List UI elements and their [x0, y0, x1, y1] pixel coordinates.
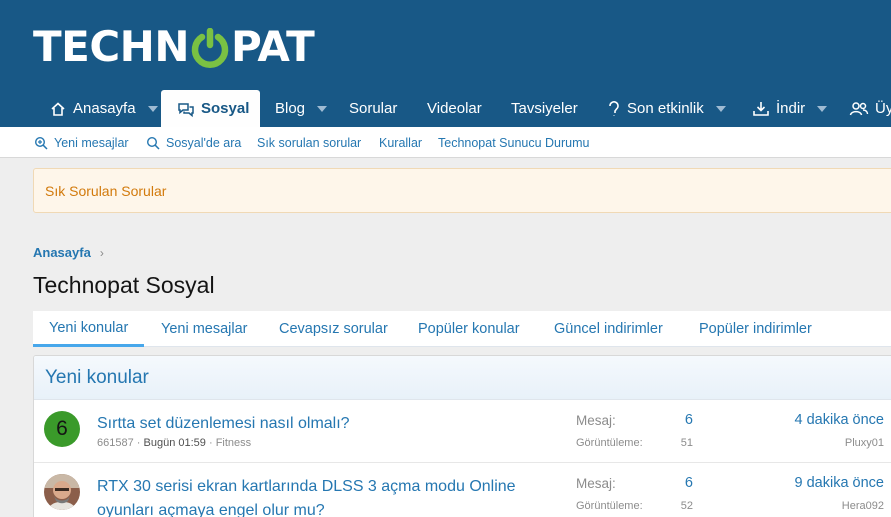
tab-new-threads[interactable]: Yeni konular	[33, 311, 145, 347]
tab-label: Popüler konular	[418, 321, 520, 337]
replies-count: 6	[684, 412, 693, 428]
power-logo-icon	[191, 28, 229, 68]
avatar[interactable]: 6	[44, 411, 80, 447]
zoom-icon	[34, 136, 48, 150]
subnav-rules[interactable]: Kurallar	[379, 127, 422, 158]
tab-label: Güncel indirimler	[554, 321, 663, 337]
main-nav: Anasayfa Sosyal Blog Sorular Videolar Ta…	[0, 90, 891, 127]
thread-meta: 661587 · Bugün 01:59 · Fitness	[97, 437, 251, 449]
technopat-logo[interactable]: TECHN PAT	[33, 22, 315, 71]
nav-item-sorular[interactable]: Sorular	[349, 90, 397, 127]
chevron-down-icon[interactable]	[317, 105, 328, 112]
nav-item-sosyal[interactable]: Sosyal	[161, 90, 260, 127]
chevron-down-icon[interactable]	[817, 105, 828, 112]
replies-label: Mesaj:	[576, 476, 616, 491]
search-icon	[146, 136, 160, 150]
tab-popular-threads[interactable]: Popüler konular	[402, 311, 536, 347]
replies-label: Mesaj:	[576, 413, 616, 428]
nav-label: Anasayfa	[73, 100, 136, 117]
subnav-label: Sık sorulan sorular	[257, 135, 362, 150]
thread-author[interactable]: 661587	[97, 437, 134, 449]
tab-unanswered[interactable]: Cevapsız sorular	[263, 311, 404, 347]
nav-label: Tavsiyeler	[511, 100, 578, 117]
page-title: Technopat Sosyal	[33, 272, 215, 298]
last-post-time[interactable]: 9 dakika önce	[795, 475, 884, 491]
bulb-icon	[609, 100, 619, 116]
chevron-right-icon: ›	[99, 245, 104, 260]
thread-title-link[interactable]: Sırtta set düzenlemesi nasıl olmalı?	[97, 412, 567, 436]
thread-forum[interactable]: Fitness	[216, 437, 251, 449]
tab-label: Yeni mesajlar	[161, 321, 248, 337]
replies-count: 6	[684, 475, 693, 491]
views-count: 51	[680, 437, 693, 449]
nav-label: Videolar	[427, 100, 482, 117]
avatar-photo-icon	[44, 474, 80, 510]
sub-nav: Yeni mesajlar Sosyal'de ara Sık sorulan …	[0, 127, 891, 158]
subnav-label: Sosyal'de ara	[166, 135, 242, 150]
tab-label: Popüler indirimler	[699, 321, 812, 337]
users-icon	[849, 101, 869, 115]
subnav-faq[interactable]: Sık sorulan sorular	[257, 127, 361, 158]
new-threads-block: Yeni konular 6 Sırtta set düzenlemesi na…	[33, 355, 891, 517]
meta-separator: ·	[208, 437, 213, 449]
last-post-user[interactable]: Hera092	[842, 500, 884, 512]
thread-row[interactable]: RTX 30 serisi ekran kartlarında DLSS 3 a…	[34, 463, 891, 517]
nav-item-indir[interactable]: İndir	[752, 90, 828, 127]
views-label: Görüntüleme:	[576, 437, 643, 449]
thread-row[interactable]: 6 Sırtta set düzenlemesi nasıl olmalı? 6…	[34, 400, 891, 463]
chevron-down-icon[interactable]	[715, 105, 726, 112]
nav-item-son-etkinlik[interactable]: Son etkinlik	[607, 90, 726, 127]
meta-separator: ·	[136, 437, 141, 449]
nav-item-blog[interactable]: Blog	[275, 90, 328, 127]
tab-bar: Yeni konular Yeni mesajlar Cevapsız soru…	[33, 311, 891, 347]
home-icon	[51, 101, 65, 116]
site-header: TECHN PAT Anasayfa Sosyal Blog Sorular V…	[0, 0, 891, 127]
logo-text-1: TECHN	[33, 22, 189, 71]
download-icon	[753, 101, 769, 116]
faq-notice[interactable]: Sık Sorulan Sorular	[33, 168, 891, 213]
avatar[interactable]	[44, 474, 80, 510]
tab-label: Yeni konular	[49, 319, 129, 336]
logo-text-2: PAT	[230, 22, 315, 71]
subnav-new-posts[interactable]: Yeni mesajlar	[34, 127, 129, 158]
nav-item-tavsiyeler[interactable]: Tavsiyeler	[511, 90, 578, 127]
last-post-user[interactable]: Pluxy01	[845, 437, 884, 449]
views-label: Görüntüleme:	[576, 500, 643, 512]
block-header[interactable]: Yeni konular	[34, 356, 891, 400]
nav-label: Sorular	[349, 100, 398, 117]
thread-title-link[interactable]: RTX 30 serisi ekran kartlarında DLSS 3 a…	[97, 475, 567, 517]
chat-icon	[178, 102, 194, 117]
avatar-letter: 6	[56, 417, 68, 440]
tab-popular-deals[interactable]: Popüler indirimler	[683, 311, 828, 347]
nav-label: Üy	[875, 100, 891, 117]
nav-label: İndir	[776, 100, 806, 117]
breadcrumb-home-link[interactable]: Anasayfa	[33, 245, 91, 260]
nav-item-anasayfa[interactable]: Anasayfa	[49, 90, 158, 127]
nav-item-uyeler[interactable]: Üy	[849, 90, 891, 127]
thread-date[interactable]: Bugün 01:59	[144, 437, 206, 449]
subnav-search[interactable]: Sosyal'de ara	[146, 127, 241, 158]
block-title: Yeni konular	[45, 366, 149, 388]
nav-label: Sosyal	[201, 100, 250, 117]
tab-label: Cevapsız sorular	[279, 321, 388, 337]
last-post-time[interactable]: 4 dakika önce	[795, 412, 884, 428]
subnav-server-status[interactable]: Technopat Sunucu Durumu	[438, 127, 589, 158]
nav-item-videolar[interactable]: Videolar	[427, 90, 482, 127]
views-count: 52	[680, 500, 693, 512]
breadcrumb: Anasayfa ›	[33, 245, 104, 260]
tab-new-posts[interactable]: Yeni mesajlar	[145, 311, 264, 347]
nav-label: Son etkinlik	[627, 100, 704, 117]
subnav-label: Technopat Sunucu Durumu	[438, 135, 590, 150]
subnav-label: Kurallar	[379, 135, 423, 150]
chevron-down-icon[interactable]	[147, 105, 158, 112]
subnav-label: Yeni mesajlar	[54, 135, 129, 150]
notice-text: Sık Sorulan Sorular	[45, 182, 167, 199]
nav-label: Blog	[275, 100, 306, 117]
tab-current-deals[interactable]: Güncel indirimler	[538, 311, 679, 347]
